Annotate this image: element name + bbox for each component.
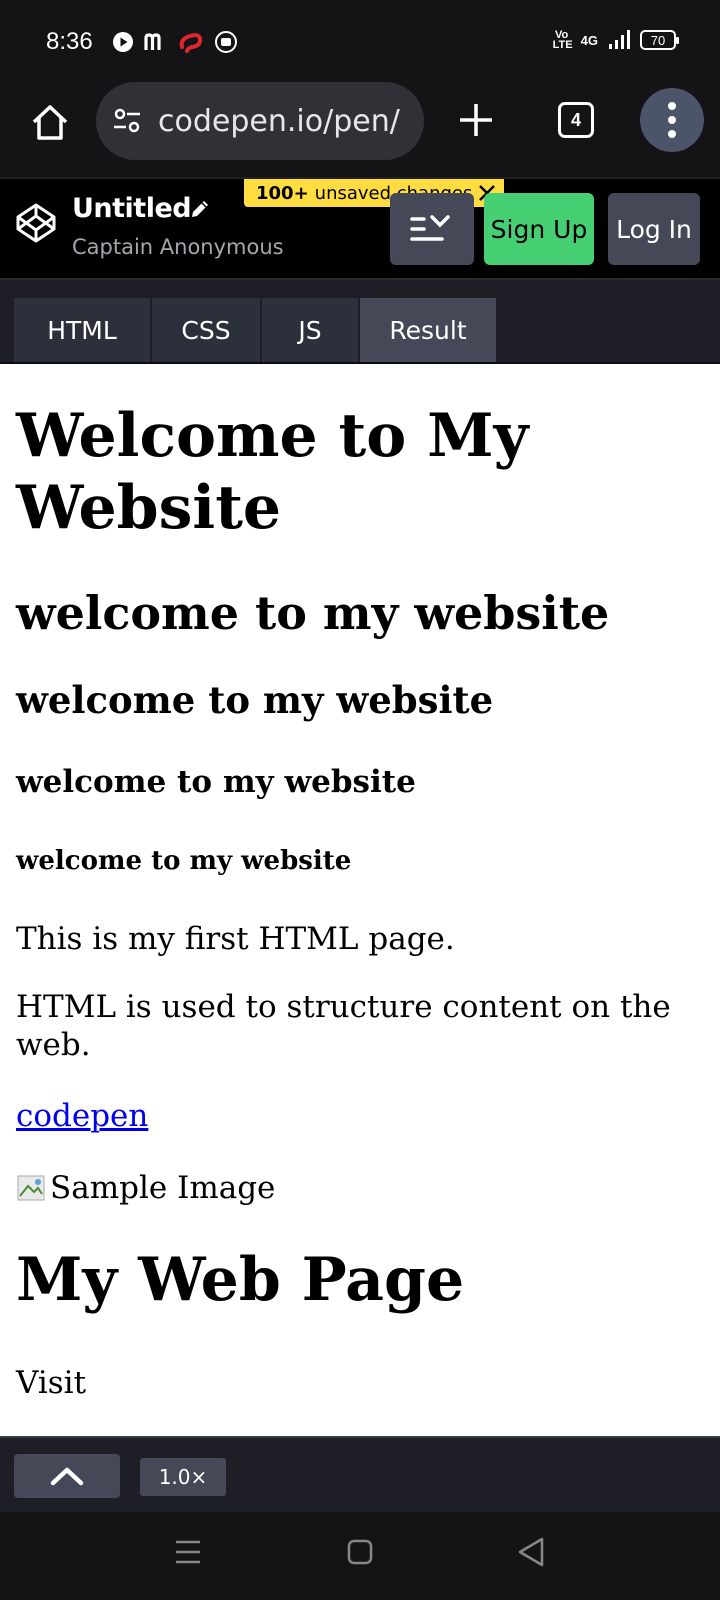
- notification-icons: [112, 30, 238, 54]
- screen-record-icon: [215, 31, 237, 53]
- recent-apps-icon[interactable]: [174, 1538, 202, 1566]
- unsaved-count: 100+: [256, 182, 309, 204]
- home-nav-icon[interactable]: [346, 1538, 374, 1566]
- result-paragraph-1: This is my first HTML page.: [16, 921, 455, 957]
- layout-icon: [410, 215, 450, 241]
- zoom-button[interactable]: 1.0×: [140, 1458, 226, 1496]
- result-heading-1: Welcome to My Website: [16, 401, 529, 543]
- url-text[interactable]: codepen.io/pen/: [158, 104, 400, 139]
- airtel-icon: [179, 33, 203, 53]
- pen-title[interactable]: Untitled: [72, 193, 192, 224]
- clock: 8:36: [46, 28, 93, 55]
- battery-icon: 70: [640, 30, 679, 50]
- system-nav-bar: [0, 1512, 720, 1600]
- broken-image-icon: [17, 1175, 45, 1201]
- tab-css[interactable]: CSS: [152, 298, 260, 362]
- result-heading-3: welcome to my website: [16, 678, 494, 722]
- change-view-button[interactable]: [390, 193, 474, 265]
- result-heading-2: welcome to my website: [16, 586, 610, 640]
- codepen-logo-icon[interactable]: [14, 201, 58, 245]
- browser-menu-button[interactable]: [640, 88, 704, 152]
- chevron-up-icon: [50, 1467, 84, 1486]
- play-icon: [113, 32, 133, 52]
- signal-icon: [609, 30, 630, 49]
- battery-level: 70: [650, 32, 666, 48]
- result-heading-1b: My Web Page: [16, 1245, 465, 1315]
- site-settings-icon[interactable]: [112, 107, 142, 135]
- log-in-button[interactable]: Log In: [608, 193, 700, 265]
- browser-toolbar: codepen.io/pen/ 4: [0, 82, 720, 178]
- network-label: 4G: [580, 32, 598, 48]
- edit-title-icon[interactable]: [188, 197, 212, 221]
- result-image: Sample Image: [16, 1170, 275, 1206]
- tab-html[interactable]: HTML: [14, 298, 150, 362]
- tab-result[interactable]: Result: [360, 298, 496, 362]
- expand-console-button[interactable]: [14, 1454, 120, 1498]
- m-app-icon: [144, 33, 161, 50]
- image-alt-text: Sample Image: [50, 1170, 276, 1206]
- url-bar[interactable]: codepen.io/pen/: [96, 82, 424, 160]
- codepen-header: Untitled Captain Anonymous 100+ unsaved …: [0, 177, 720, 280]
- back-icon[interactable]: [516, 1536, 546, 1568]
- result-pane: Welcome to My Website welcome to my webs…: [0, 364, 720, 1436]
- result-paragraph-3: Visit: [16, 1365, 87, 1401]
- result-heading-5: welcome to my website: [16, 846, 352, 876]
- pen-author: Captain Anonymous: [72, 235, 284, 259]
- system-icons: Vo LTE 4G 70: [552, 29, 679, 51]
- result-heading-4: welcome to my website: [16, 764, 416, 800]
- sign-up-button[interactable]: Sign Up: [484, 193, 594, 265]
- tab-switcher-button[interactable]: 4: [558, 102, 594, 138]
- result-paragraph-2: HTML is used to structure content on the…: [16, 989, 671, 1063]
- editor-tabs: HTML CSS JS Result: [0, 280, 720, 364]
- status-bar: 8:36 Vo LTE 4G 70: [0, 0, 720, 82]
- new-tab-icon[interactable]: [452, 96, 500, 144]
- result-link[interactable]: codepen: [16, 1098, 148, 1134]
- tab-js[interactable]: JS: [262, 298, 358, 362]
- home-icon[interactable]: [28, 100, 72, 144]
- editor-bottom-bar: 1.0×: [0, 1436, 720, 1512]
- volte-label: Vo LTE: [552, 29, 573, 51]
